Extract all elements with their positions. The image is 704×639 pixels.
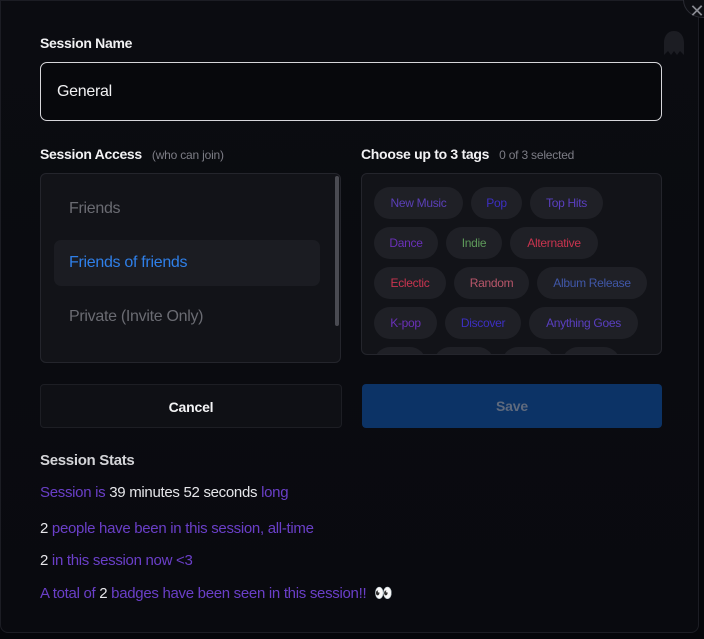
tag-indie[interactable]: Indie [446, 227, 502, 259]
tag-hidden[interactable] [374, 347, 426, 354]
tags-label: Choose up to 3 tags 0 of 3 selected [361, 146, 574, 162]
tag-top-hits[interactable]: Top Hits [530, 187, 603, 219]
tag-album-release[interactable]: Album Release [537, 267, 647, 299]
session-name-label: Session Name [40, 35, 133, 51]
ghost-icon [664, 31, 684, 55]
cancel-button[interactable]: Cancel [40, 384, 342, 428]
session-access-title: Session Access [40, 146, 142, 162]
session-access-hint: (who can join) [151, 148, 224, 162]
stat-duration: Session is 39 minutes 52 seconds long [40, 484, 289, 501]
tags-list[interactable]: New Music Pop Top Hits Dance Indie Alter… [361, 173, 662, 355]
stat-duration-prefix: Session is [40, 484, 106, 501]
access-option-friends[interactable]: Friends [54, 186, 320, 232]
tag-anything-goes[interactable]: Anything Goes [529, 307, 638, 339]
stat-now-text: in this session now <3 [51, 552, 193, 569]
tag-alternative[interactable]: Alternative [510, 227, 598, 259]
session-name-input[interactable] [40, 62, 662, 121]
stat-all-time-value: 2 [40, 520, 49, 537]
save-button[interactable]: Save [362, 384, 662, 428]
stat-badges-value: 2 [99, 585, 108, 602]
tags-title: Choose up to 3 tags [361, 146, 490, 162]
tag-k-pop[interactable]: K-pop [374, 307, 437, 339]
stat-all-time: 2 people have been in this session, all-… [40, 520, 314, 537]
close-icon: ✕ [689, 1, 704, 21]
stat-badges: A total of 2 badges have been seen in th… [40, 584, 393, 602]
eyes-emoji-icon: 👀 [374, 585, 393, 602]
session-access-list[interactable]: Friends Friends of friends Private (Invi… [40, 173, 341, 363]
access-option-private[interactable]: Private (Invite Only) [54, 294, 320, 340]
access-option-friends-of-friends[interactable]: Friends of friends [54, 240, 320, 286]
stat-duration-suffix: long [261, 484, 289, 501]
tag-dance[interactable]: Dance [374, 227, 438, 259]
tag-hidden[interactable] [562, 347, 620, 354]
tag-new-music[interactable]: New Music [374, 187, 463, 219]
tag-pop[interactable]: Pop [471, 187, 522, 219]
tag-random[interactable]: Random [454, 267, 529, 299]
tag-hidden[interactable] [434, 347, 494, 354]
tag-hidden[interactable] [502, 347, 554, 354]
tag-discover[interactable]: Discover [445, 307, 521, 339]
stat-badges-prefix: A total of [40, 585, 96, 602]
session-settings-modal: Session Name Session Access (who can join… [0, 0, 699, 633]
access-list-scrollbar[interactable] [335, 176, 339, 326]
tag-eclectic[interactable]: Eclectic [374, 267, 446, 299]
stat-badges-text: badges have been seen in this session!! [111, 585, 367, 602]
stat-duration-value: 39 minutes 52 seconds [109, 484, 258, 501]
tags-counter: 0 of 3 selected [499, 148, 575, 162]
session-access-label: Session Access (who can join) [40, 146, 224, 162]
session-stats-title: Session Stats [40, 452, 135, 469]
stat-now-value: 2 [40, 552, 49, 569]
stat-all-time-text: people have been in this session, all-ti… [51, 520, 314, 537]
stat-now: 2 in this session now <3 [40, 552, 193, 569]
